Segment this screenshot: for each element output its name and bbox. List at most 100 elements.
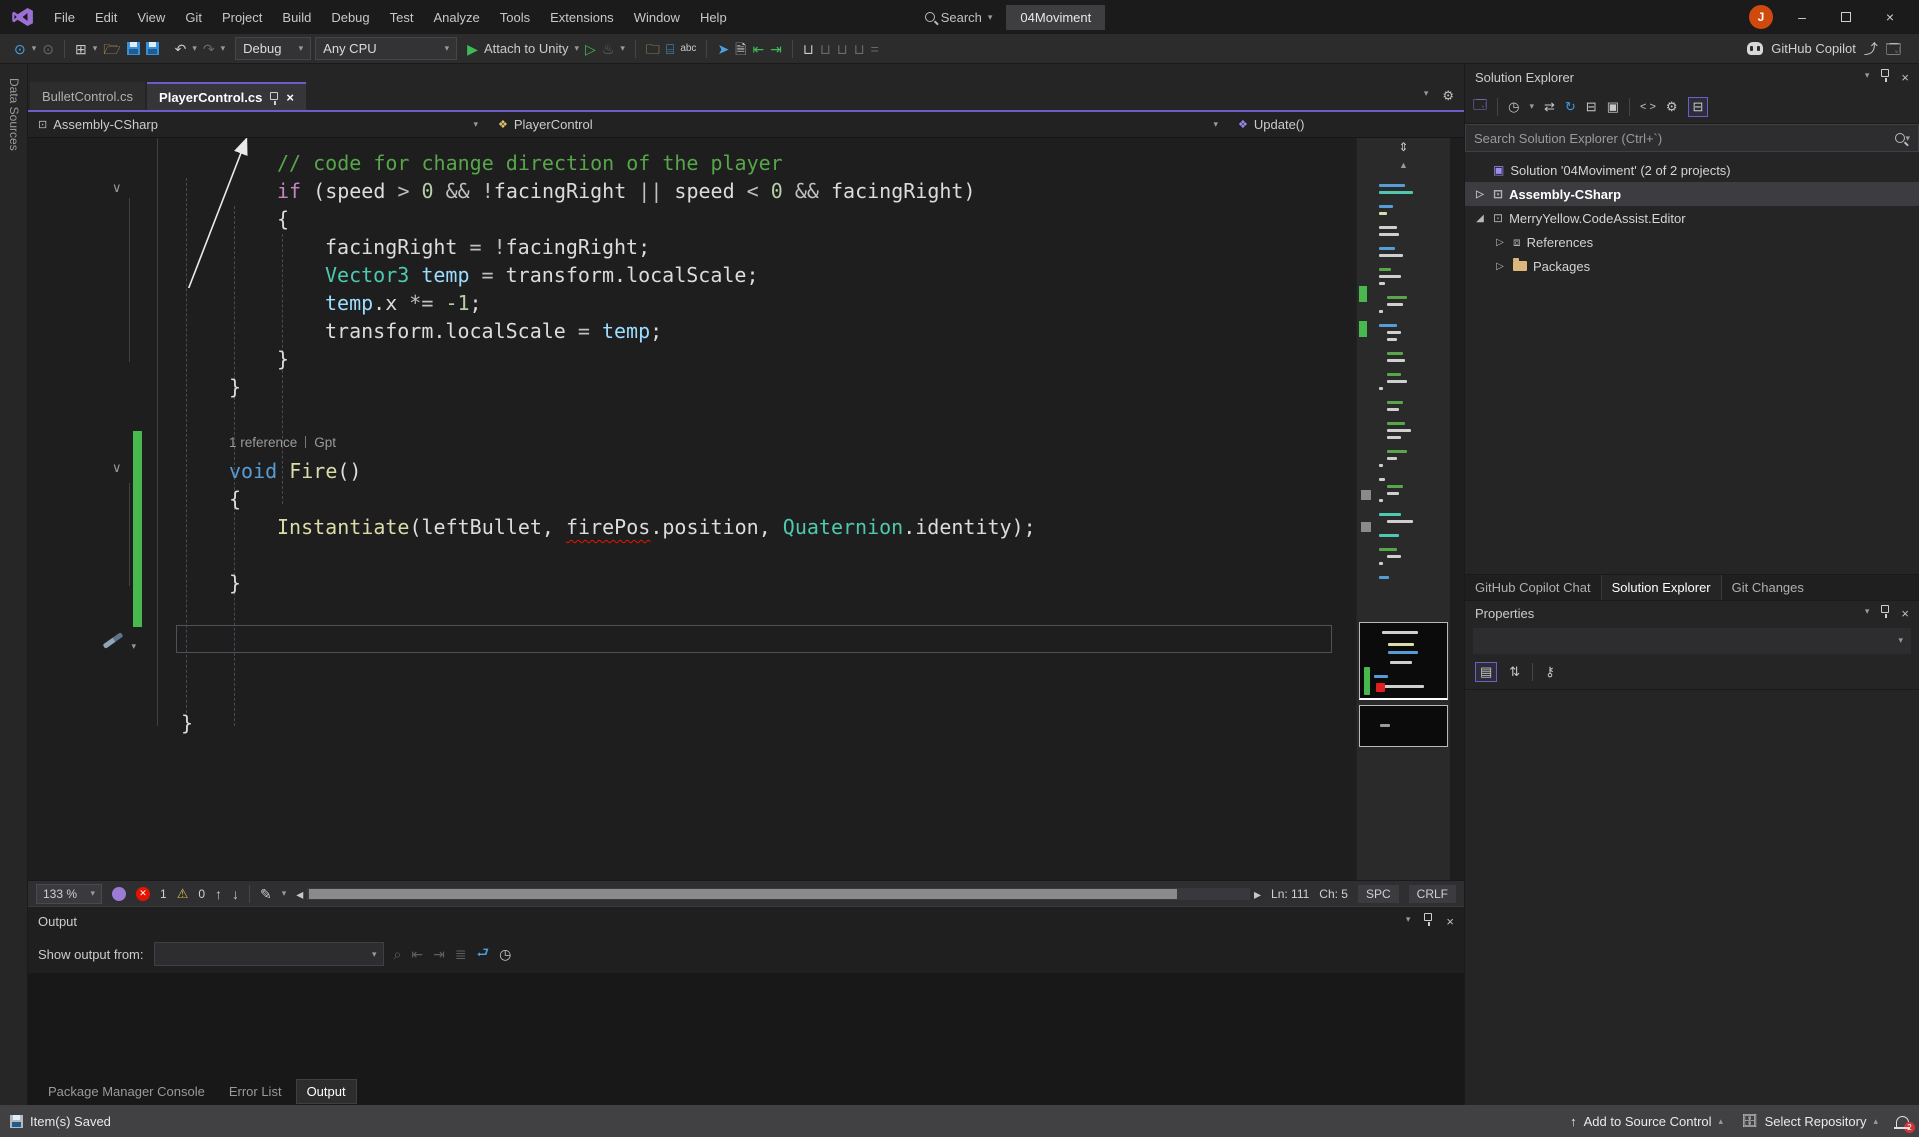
- pin-icon[interactable]: [1424, 913, 1432, 921]
- menu-test[interactable]: Test: [380, 2, 424, 33]
- code-line[interactable]: facingRight = !facingRight;: [28, 233, 1344, 261]
- save-button[interactable]: [127, 42, 140, 55]
- code-line[interactable]: }: [28, 709, 1344, 737]
- chevron-down-icon[interactable]: ▾: [1529, 101, 1534, 112]
- pin-icon[interactable]: [1881, 605, 1889, 613]
- start-debug-icon[interactable]: ▶: [467, 42, 478, 56]
- expand-arrow-icon[interactable]: ▷: [1473, 189, 1487, 200]
- code-line[interactable]: Instantiate(leftBullet, firePos.position…: [28, 513, 1344, 541]
- code-line[interactable]: void Fire(): [28, 457, 1344, 485]
- spell-check-button[interactable]: abc: [680, 44, 696, 54]
- navigate-cursor-button[interactable]: ➤: [717, 42, 729, 56]
- find-message-icon[interactable]: ⌕: [394, 946, 402, 963]
- codelens-references[interactable]: 1 reference: [229, 435, 297, 450]
- chevron-down-icon[interactable]: ▾: [282, 888, 287, 899]
- menu-tools[interactable]: Tools: [490, 2, 540, 33]
- navigate-back-button[interactable]: ⊙: [14, 42, 26, 56]
- quick-search-control[interactable]: Search ▾: [917, 6, 1001, 29]
- select-repository-button[interactable]: 🗄 Select Repository ▴: [1741, 1113, 1878, 1129]
- indent-increase-button[interactable]: ⇥: [770, 42, 782, 56]
- close-icon[interactable]: ×: [1446, 914, 1454, 929]
- menu-extensions[interactable]: Extensions: [540, 2, 624, 33]
- data-sources-side-strip[interactable]: Data Sources: [0, 64, 28, 1105]
- breadcrumb-method-dropdown[interactable]: ❖ Update(): [1228, 112, 1464, 137]
- code-line[interactable]: [28, 653, 1344, 681]
- code-line[interactable]: Vector3 temp = transform.localScale;: [28, 261, 1344, 289]
- go-to-next-message-icon[interactable]: ⇥: [433, 946, 445, 963]
- line-ending-indicator[interactable]: CRLF: [1409, 885, 1456, 903]
- tree-row-assembly-csharp[interactable]: ▷ ⊡ Assembly-CSharp: [1465, 182, 1919, 206]
- window-position-dropdown-icon[interactable]: ▾: [1406, 914, 1411, 929]
- next-issue-button[interactable]: ↓: [232, 887, 239, 901]
- go-to-previous-message-icon[interactable]: ⇤: [411, 946, 423, 963]
- zoom-level-dropdown[interactable]: 133 % ▾: [36, 884, 102, 904]
- next-bookmark-button[interactable]: ⊔: [837, 42, 848, 56]
- code-line[interactable]: [28, 401, 1344, 429]
- menu-window[interactable]: Window: [624, 2, 690, 33]
- tab-error-list[interactable]: Error List: [219, 1080, 292, 1103]
- menu-project[interactable]: Project: [212, 2, 272, 33]
- tab-github-copilot-chat[interactable]: GitHub Copilot Chat: [1465, 575, 1601, 600]
- line-indicator[interactable]: Ln: 111: [1271, 887, 1309, 901]
- code-line[interactable]: [28, 541, 1344, 569]
- ink-annotate-button[interactable]: ✎: [260, 887, 272, 901]
- properties-object-dropdown[interactable]: ▾: [1473, 628, 1911, 654]
- save-layout-button[interactable]: ⌸: [666, 42, 674, 56]
- search-icon[interactable]: [1895, 133, 1905, 143]
- minimap-scrollbar[interactable]: ⇕ ▲: [1356, 138, 1450, 880]
- scroll-left-icon[interactable]: ◂: [296, 887, 303, 901]
- code-line[interactable]: if (speed > 0 && !facingRight || speed <…: [28, 177, 1344, 205]
- share-icon[interactable]: ⤴: [1864, 42, 1878, 56]
- tab-git-changes[interactable]: Git Changes: [1722, 575, 1814, 600]
- tab-list-dropdown-icon[interactable]: ▾: [1424, 88, 1429, 104]
- clear-bookmarks-button[interactable]: ⊔: [854, 42, 865, 56]
- output-content[interactable]: [28, 973, 1464, 1077]
- expand-arrow-icon[interactable]: ▷: [1493, 237, 1507, 248]
- redo-button[interactable]: ↷: [203, 42, 215, 56]
- autoscroll-clock-icon[interactable]: ◷: [499, 946, 511, 963]
- menu-file[interactable]: File: [44, 2, 85, 33]
- code-health-icon[interactable]: [112, 887, 126, 901]
- collapse-all-icon[interactable]: ⊟: [1586, 99, 1597, 115]
- open-file-button[interactable]: 🗁: [103, 42, 120, 56]
- tab-solution-explorer[interactable]: Solution Explorer: [1601, 575, 1722, 600]
- output-source-dropdown[interactable]: ▾: [154, 942, 384, 966]
- github-copilot-label[interactable]: GitHub Copilot: [1771, 41, 1856, 56]
- code-line[interactable]: {: [28, 485, 1344, 513]
- tree-row-packages[interactable]: ▷ Packages: [1465, 254, 1919, 278]
- bookmark-button[interactable]: ⊔: [803, 42, 814, 56]
- minimap-collapse-icon[interactable]: ▲: [1399, 160, 1408, 170]
- horizontal-scrollbar[interactable]: ◂ ▸: [296, 887, 1261, 901]
- pending-changes-filter-icon[interactable]: ◷: [1508, 99, 1519, 115]
- code-line[interactable]: // code for change direction of the play…: [28, 149, 1344, 177]
- close-button[interactable]: ×: [1875, 9, 1905, 25]
- word-wrap-icon[interactable]: ⮐: [477, 942, 490, 966]
- chevron-down-icon[interactable]: ▾: [93, 43, 98, 54]
- breadcrumb-project-dropdown[interactable]: ⊡ Assembly-CSharp ▾: [28, 112, 488, 137]
- undo-button[interactable]: ↶: [175, 42, 187, 56]
- tab-bulletcontrol[interactable]: BulletControl.cs: [30, 82, 145, 110]
- attach-to-unity-button[interactable]: Attach to Unity: [484, 41, 569, 56]
- switch-views-icon[interactable]: 🗔: [1473, 96, 1487, 118]
- window-position-dropdown-icon[interactable]: ▾: [1865, 70, 1870, 85]
- scroll-right-icon[interactable]: ▸: [1254, 887, 1261, 901]
- column-indicator[interactable]: Ch: 5: [1319, 887, 1348, 901]
- code-line[interactable]: transform.localScale = temp;: [28, 317, 1344, 345]
- tree-row-merryyellow[interactable]: ◢ ⊡ MerryYellow.CodeAssist.Editor: [1465, 206, 1919, 230]
- clear-all-icon[interactable]: ≣: [455, 946, 467, 963]
- sync-with-active-document-icon[interactable]: ⇄: [1544, 99, 1555, 115]
- alphabetical-view-icon[interactable]: ⇅: [1509, 664, 1520, 680]
- navigate-forward-button[interactable]: ⊙: [42, 42, 54, 56]
- refresh-icon[interactable]: ↻: [1565, 99, 1576, 115]
- menu-analyze[interactable]: Analyze: [423, 2, 489, 33]
- pin-icon[interactable]: [270, 92, 278, 100]
- hot-reload-button[interactable]: ♨: [602, 42, 615, 56]
- breadcrumb-class-dropdown[interactable]: ❖ PlayerControl ▾: [488, 112, 1228, 137]
- tree-row-references[interactable]: ▷ ⧈ References: [1465, 230, 1919, 254]
- indent-decrease-button[interactable]: ⇤: [752, 42, 764, 56]
- previous-bookmark-button[interactable]: ⊔: [820, 42, 831, 56]
- solution-platforms-dropdown[interactable]: Any CPU ▾: [315, 37, 457, 60]
- menu-edit[interactable]: Edit: [85, 2, 127, 33]
- solution-configurations-dropdown[interactable]: Debug ▾: [235, 37, 311, 60]
- code-line[interactable]: {: [28, 205, 1344, 233]
